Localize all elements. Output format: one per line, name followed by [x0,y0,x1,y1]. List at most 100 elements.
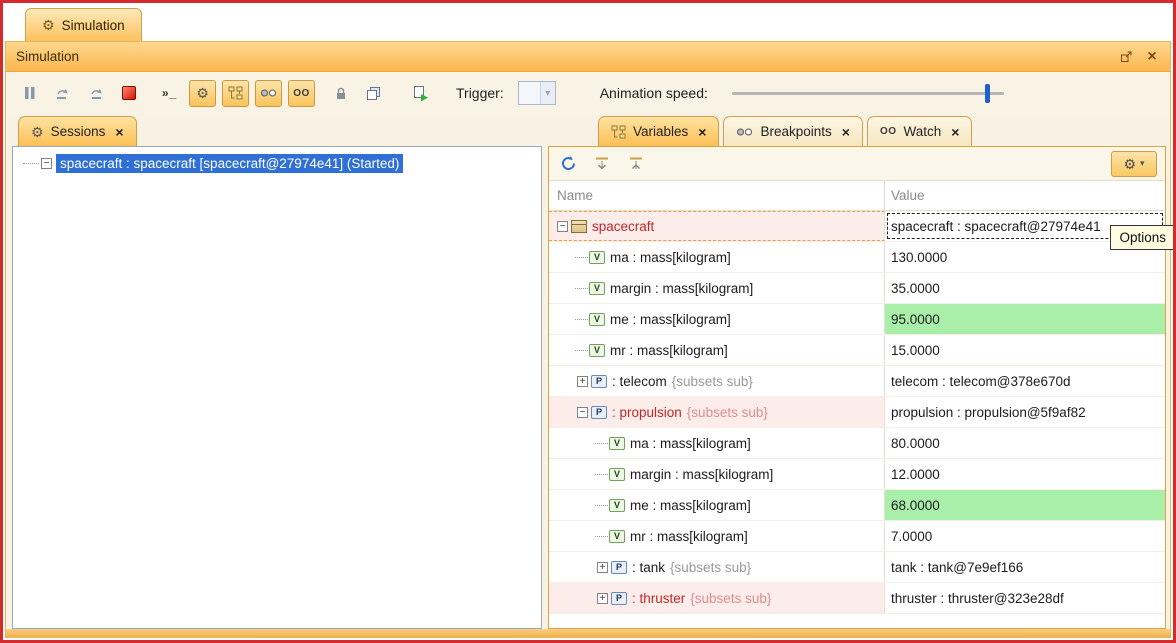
slider-handle[interactable] [985,84,990,103]
close-panel-button[interactable]: × [1144,49,1160,65]
variables-table-body: − spacecraft spacecraft : spacecraft@279… [549,211,1165,628]
row-value-cell[interactable]: 7.0000 [885,521,1165,551]
table-row: V me : mass[kilogram] 68.0000 [549,490,1165,521]
options-button[interactable]: ⚙ ▾ [1111,151,1157,177]
export-run-button[interactable] [407,80,434,107]
value-property-icon: V [589,282,605,295]
part-property-icon: P [611,592,627,605]
lock-button[interactable] [327,80,354,107]
toggle-breakpoints-button[interactable] [255,80,282,107]
close-tab-icon[interactable]: × [842,124,850,140]
tree-leader [575,319,588,320]
row-value-cell[interactable]: tank : tank@7e9ef166 [885,552,1165,582]
tab-simulation-document[interactable]: ⚙ Simulation [25,8,142,41]
tree-expander[interactable]: − [41,158,52,169]
row-value-cell[interactable]: 15.0000 [885,335,1165,365]
row-name-cell[interactable]: V mr : mass[kilogram] [549,521,885,551]
row-name-cell[interactable]: − P : propulsion {subsets sub} [549,397,885,427]
row-name: : telecom [612,374,667,389]
row-name: margin : mass[kilogram] [610,281,753,296]
tree-leader [575,257,588,258]
table-row: V mr : mass[kilogram] 7.0000 [549,521,1165,552]
step-into-button[interactable] [49,80,76,107]
tree-leader [575,350,588,351]
row-name: : tank [632,560,665,575]
refresh-button[interactable] [557,153,579,175]
toggle-options-button[interactable]: ⚙ [189,80,216,107]
row-value-cell[interactable]: 80.0000 [885,428,1165,458]
tree-expander[interactable]: + [597,562,608,573]
row-value-cell[interactable]: telecom : telecom@378e670d [885,366,1165,396]
tab-breakpoints[interactable]: Breakpoints × [723,116,862,146]
collapse-nodes-button[interactable] [625,153,647,175]
row-value-cell[interactable]: 12.0000 [885,459,1165,489]
row-name-cell[interactable]: + P : telecom {subsets sub} [549,366,885,396]
row-name-cell[interactable]: V me : mass[kilogram] [549,304,885,334]
row-name-cell[interactable]: − spacecraft [549,211,885,241]
hierarchy-icon [611,125,626,139]
console-button[interactable]: »_ [156,80,183,107]
save-image-button[interactable] [360,80,387,107]
step-over-button[interactable] [82,80,109,107]
tab-variables[interactable]: Variables × [598,116,719,146]
table-row: V mr : mass[kilogram] 15.0000 [549,335,1165,366]
row-name-cell[interactable]: V me : mass[kilogram] [549,490,885,520]
row-suffix: {subsets sub} [690,591,771,606]
document-tab-strip: ⚙ Simulation [3,3,1173,41]
row-name: margin : mass[kilogram] [630,467,773,482]
trigger-dropdown[interactable]: ▾ [518,81,556,105]
table-row: + P : thruster {subsets sub} thruster : … [549,583,1165,614]
variables-toolbar: ⚙ ▾ [549,147,1165,181]
tab-label: Watch [904,124,942,139]
gear-icon: ⚙ [42,18,55,32]
tree-expander[interactable]: − [577,407,588,418]
column-header-value[interactable]: Value [885,181,1165,210]
expand-nodes-icon [594,156,610,171]
close-tab-icon[interactable]: × [115,124,123,140]
toggle-variables-button[interactable] [222,80,249,107]
tree-leader [595,443,608,444]
row-name-cell[interactable]: V mr : mass[kilogram] [549,335,885,365]
tree-leader [595,536,608,537]
row-name-cell[interactable]: V ma : mass[kilogram] [549,242,885,272]
tree-leader [595,474,608,475]
row-name-cell[interactable]: V margin : mass[kilogram] [549,459,885,489]
row-name: mr : mass[kilogram] [610,343,728,358]
row-name-cell[interactable]: V margin : mass[kilogram] [549,273,885,303]
close-tab-icon[interactable]: × [951,124,959,140]
close-tab-icon[interactable]: × [698,124,706,140]
expand-nodes-button[interactable] [591,153,613,175]
chevron-down-icon: ▾ [1140,158,1145,169]
tab-sessions[interactable]: ⚙ Sessions × [18,116,137,146]
row-name-cell[interactable]: + P : tank {subsets sub} [549,552,885,582]
tree-leader [595,505,608,506]
column-header-name[interactable]: Name [549,181,885,210]
row-name-cell[interactable]: + P : thruster {subsets sub} [549,583,885,613]
gear-icon: ⚙ [1123,157,1136,171]
row-name: me : mass[kilogram] [610,312,731,327]
tree-expander[interactable]: + [597,593,608,604]
row-value-cell[interactable]: propulsion : propulsion@5f9af82 [885,397,1165,427]
row-value-cell[interactable]: 35.0000 [885,273,1165,303]
stop-button[interactable] [115,80,142,107]
animation-speed-slider[interactable] [732,92,1004,95]
stop-icon [122,86,136,100]
row-value-cell[interactable]: 68.0000 [885,490,1165,520]
row-name: : propulsion [612,405,682,420]
table-row: − P : propulsion {subsets sub} propulsio… [549,397,1165,428]
tree-leader [23,163,39,164]
tree-expander[interactable]: + [577,376,588,387]
tab-watch[interactable]: OO Watch × [867,116,973,146]
session-tree-item[interactable]: − spacecraft : spacecraft [spacecraft@27… [13,147,541,173]
tree-expander[interactable]: − [557,221,568,232]
tab-label: Sessions [51,124,106,139]
float-window-button[interactable] [1118,49,1134,65]
row-name-cell[interactable]: V ma : mass[kilogram] [549,428,885,458]
row-name: : thruster [632,591,685,606]
value-property-icon: V [609,437,625,450]
toggle-watch-button[interactable]: OO [288,80,315,107]
row-value-cell[interactable]: 95.0000 [885,304,1165,334]
pause-button[interactable] [16,80,43,107]
value-property-icon: V [609,468,625,481]
row-value-cell[interactable]: thruster : thruster@323e28df [885,583,1165,613]
